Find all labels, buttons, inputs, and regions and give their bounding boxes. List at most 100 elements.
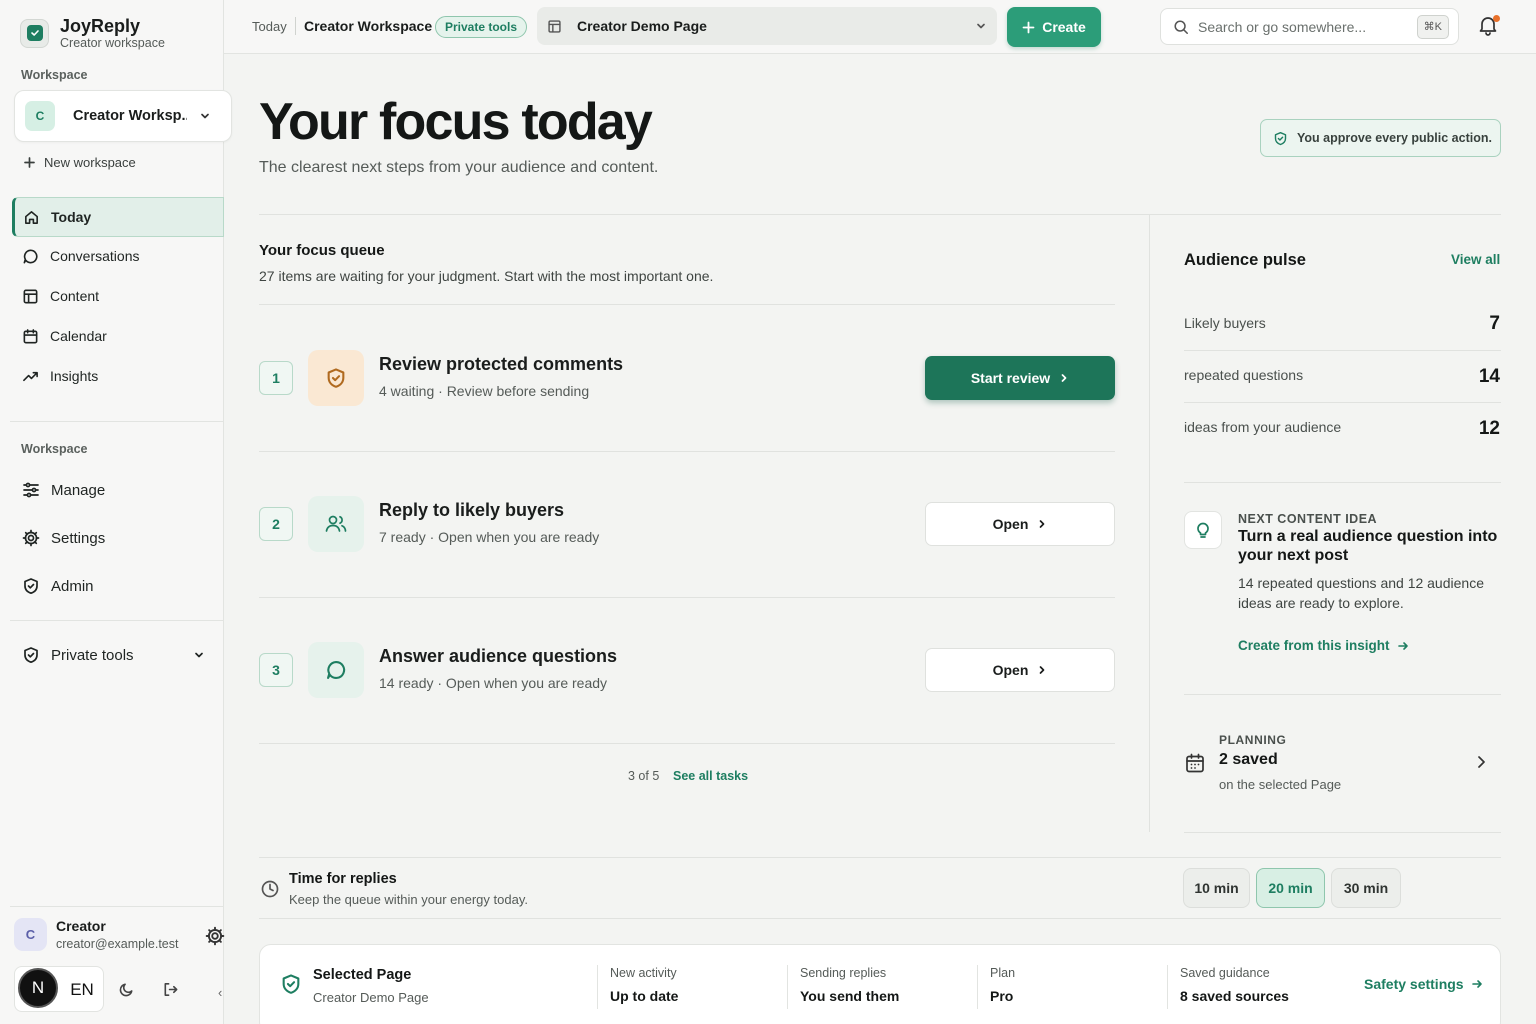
dev-badge[interactable]: N bbox=[18, 968, 58, 1008]
keyboard-shortcut-hint: ⌘K bbox=[1416, 14, 1449, 39]
search-input[interactable]: Search or go somewhere... ⌘K bbox=[1160, 8, 1459, 45]
calendar-icon bbox=[22, 328, 39, 345]
stat-label: ideas from your audience bbox=[1184, 419, 1342, 435]
selected-page-name: Creator Demo Page bbox=[577, 18, 707, 34]
workspace-name: Creator Worksp... bbox=[73, 108, 187, 124]
sidebar-item-label: Manage bbox=[51, 481, 106, 499]
planning-value[interactable]: 2 saved bbox=[1219, 751, 1278, 769]
approval-notice: You approve every public action. bbox=[1260, 119, 1501, 157]
idea-kicker: NEXT CONTENT IDEA bbox=[1238, 512, 1378, 526]
create-button[interactable]: Create bbox=[1007, 7, 1101, 47]
footer-label: Plan bbox=[990, 966, 1016, 980]
sidebar-item-insights[interactable]: Insights bbox=[12, 356, 224, 396]
shield-check-icon bbox=[1273, 131, 1288, 146]
view-all-link[interactable]: View all bbox=[1451, 252, 1500, 267]
chevron-right-icon bbox=[1037, 519, 1047, 529]
footer-divider bbox=[977, 965, 978, 1009]
selected-page-card bbox=[259, 944, 1501, 1024]
avatar: C bbox=[14, 918, 47, 951]
sidebar-item-calendar[interactable]: Calendar bbox=[12, 316, 224, 356]
breadcrumb-separator bbox=[295, 17, 296, 35]
pulse-divider bbox=[1184, 832, 1501, 833]
user-profile[interactable]: C Creator creator@example.test bbox=[14, 918, 178, 951]
chevron-right-icon[interactable] bbox=[1473, 754, 1489, 770]
open-buyers-button[interactable]: Open bbox=[925, 502, 1115, 546]
breadcrumb-workspace[interactable]: Creator Workspace bbox=[304, 18, 432, 34]
shield-check-icon bbox=[308, 350, 364, 406]
calendar-icon bbox=[1184, 752, 1206, 774]
sidebar-item-manage[interactable]: Manage bbox=[12, 468, 224, 512]
queue-pager: 3 of 5 bbox=[628, 769, 660, 783]
language-button[interactable]: EN bbox=[62, 972, 102, 1008]
lightbulb-icon bbox=[1184, 511, 1222, 549]
footer-divider bbox=[597, 965, 598, 1009]
footer-label: New activity bbox=[610, 966, 677, 980]
chevron-down-icon bbox=[199, 110, 211, 122]
idea-body: 14 repeated questions and 12 audience id… bbox=[1238, 575, 1484, 611]
safety-settings-link[interactable]: Safety settings bbox=[1364, 976, 1483, 992]
footer-value: You send them bbox=[800, 988, 900, 1004]
task-meta: 7 ready · Open when you are ready bbox=[379, 529, 600, 545]
pulse-divider bbox=[1184, 694, 1501, 695]
footer-divider bbox=[1167, 965, 1168, 1009]
layout-icon bbox=[547, 19, 562, 34]
sidebar-item-label: Today bbox=[51, 209, 92, 225]
arrow-right-icon bbox=[1397, 640, 1409, 652]
workspace-section-label: Workspace bbox=[21, 68, 88, 82]
brand[interactable]: JoyReply Creator workspace bbox=[20, 16, 165, 50]
chevron-right-icon bbox=[1037, 665, 1047, 675]
start-review-button[interactable]: Start review bbox=[925, 356, 1115, 400]
sidebar-divider bbox=[10, 620, 224, 621]
chat-icon bbox=[308, 642, 364, 698]
section-divider bbox=[259, 857, 1501, 858]
home-icon bbox=[23, 209, 40, 226]
new-workspace-button[interactable]: New workspace bbox=[23, 155, 136, 170]
workspace-avatar: C bbox=[25, 101, 55, 131]
create-from-insight-link[interactable]: Create from this insight bbox=[1238, 638, 1409, 653]
stat-label: Likely buyers bbox=[1184, 315, 1266, 331]
page-selector[interactable]: Creator Demo Page bbox=[537, 7, 997, 45]
task-title: Answer audience questions bbox=[379, 646, 618, 666]
brand-subtitle: Creator workspace bbox=[60, 36, 165, 50]
queue-divider bbox=[259, 304, 1115, 305]
selected-page-title: Selected Page bbox=[313, 967, 412, 983]
sidebar-divider bbox=[10, 906, 224, 907]
notification-dot bbox=[1493, 15, 1500, 22]
shield-icon bbox=[22, 646, 40, 664]
task-row: 3 Answer audience questions 14 ready · O… bbox=[259, 638, 1115, 698]
shield-icon bbox=[22, 577, 40, 595]
breadcrumb-today[interactable]: Today bbox=[252, 19, 287, 34]
sidebar-divider bbox=[10, 421, 224, 422]
workspace-selector[interactable]: C Creator Worksp... bbox=[14, 90, 232, 142]
shield-check-icon bbox=[280, 973, 302, 995]
sidebar-item-private-tools[interactable]: Private tools bbox=[12, 633, 224, 677]
clock-icon bbox=[260, 879, 280, 899]
sidebar-item-admin[interactable]: Admin bbox=[12, 564, 224, 608]
gear-icon[interactable] bbox=[205, 926, 225, 946]
button-label: Start review bbox=[970, 370, 1051, 386]
task-meta: 14 ready · Open when you are ready bbox=[379, 675, 608, 691]
page-subtitle: The clearest next steps from your audien… bbox=[259, 159, 659, 176]
pulse-divider bbox=[1184, 482, 1501, 483]
open-questions-button[interactable]: Open bbox=[925, 648, 1115, 692]
queue-divider bbox=[259, 597, 1115, 598]
logout-icon[interactable] bbox=[162, 981, 179, 998]
sidebar-item-conversations[interactable]: Conversations bbox=[12, 236, 224, 276]
sidebar-item-label: Calendar bbox=[50, 328, 107, 344]
trend-icon bbox=[22, 368, 39, 385]
sidebar-item-settings[interactable]: Settings bbox=[12, 516, 224, 560]
sidebar-item-today[interactable]: Today bbox=[12, 197, 224, 237]
time-option-10[interactable]: 10 min bbox=[1183, 868, 1250, 908]
see-all-tasks-link[interactable]: See all tasks bbox=[673, 769, 748, 783]
stat-value: 7 bbox=[1489, 313, 1500, 334]
time-option-30[interactable]: 30 min bbox=[1331, 868, 1401, 908]
footer-label: Sending replies bbox=[800, 966, 887, 980]
time-subtitle: Keep the queue within your energy today. bbox=[289, 892, 528, 907]
sidebar-item-content[interactable]: Content bbox=[12, 276, 224, 316]
moon-icon[interactable] bbox=[118, 981, 135, 998]
gear-icon bbox=[22, 529, 40, 547]
footer-value: Pro bbox=[990, 988, 1014, 1004]
time-option-20[interactable]: 20 min bbox=[1256, 868, 1325, 908]
link-label: Safety settings bbox=[1364, 976, 1464, 992]
collapse-sidebar-icon[interactable]: ‹ bbox=[218, 985, 222, 1000]
